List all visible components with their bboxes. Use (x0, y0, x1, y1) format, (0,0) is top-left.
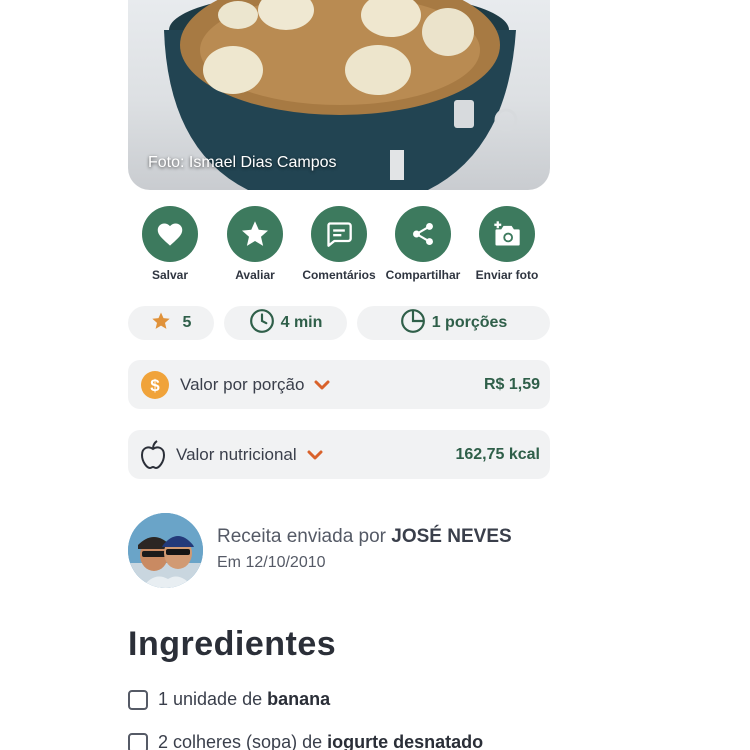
nutrition-row[interactable]: Valor nutricional 162,75 kcal (128, 430, 550, 479)
author-prefix: Receita enviada por (217, 526, 392, 547)
time-value: 4 min (280, 314, 323, 331)
nutrition-label: Valor nutricional (176, 444, 297, 464)
coin-icon: $ (140, 370, 170, 400)
servings-pill: 1 porções (357, 306, 550, 340)
recipe-photo[interactable]: Foto: Ismael Dias Campos (128, 0, 550, 190)
share-label: Compartilhar (385, 268, 461, 282)
share-button[interactable]: Compartilhar (378, 206, 468, 282)
clock-icon (249, 308, 275, 339)
photo-credit: Foto: Ismael Dias Campos (148, 154, 337, 171)
comments-button[interactable]: Comentários (294, 206, 384, 282)
author-name[interactable]: JOSÉ NEVES (391, 526, 511, 547)
save-label: Salvar (151, 268, 189, 282)
ingredient-quantity: 2 colheres (sopa) de (158, 732, 328, 750)
ingredient-name: iogurte desnatado (327, 732, 484, 750)
time-pill: 4 min (224, 306, 347, 340)
servings-value: 1 porções (431, 314, 508, 331)
cost-per-serving-row[interactable]: $ Valor por porção R$ 1,59 (128, 360, 550, 409)
rate-label: Avaliar (235, 268, 275, 282)
send-photo-label: Enviar foto (475, 268, 539, 282)
rate-button[interactable]: Avaliar (210, 206, 300, 282)
rating-pill[interactable]: 5 (128, 306, 214, 340)
star-icon (151, 311, 171, 336)
share-icon (395, 206, 451, 262)
ingredient-name: banana (267, 689, 331, 709)
comment-icon (311, 206, 367, 262)
cost-value: R$ 1,59 (483, 375, 540, 393)
nutrition-value: 162,75 kcal (455, 445, 540, 463)
ingredients-title: Ingredientes (128, 625, 337, 663)
cost-label: Valor por porção (180, 374, 305, 394)
ingredient-item[interactable]: 1 unidade de banana (128, 689, 330, 710)
rating-value: 5 (182, 314, 192, 331)
send-photo-button[interactable]: Enviar foto (462, 206, 552, 282)
save-button[interactable]: Salvar (125, 206, 215, 282)
add-photo-icon (479, 206, 535, 262)
ingredient-checkbox[interactable] (128, 689, 148, 710)
star-icon (227, 206, 283, 262)
ingredient-checkbox[interactable] (128, 732, 148, 750)
recipe-author: Receita enviada por JOSÉ NEVES Em 12/10/… (128, 513, 550, 589)
author-date: Em 12/10/2010 (217, 554, 326, 571)
pie-icon (400, 308, 426, 339)
chevron-down-icon[interactable] (314, 379, 330, 391)
svg-text:$: $ (150, 376, 160, 395)
apple-icon (140, 439, 166, 470)
ingredient-quantity: 1 unidade de (158, 689, 268, 709)
action-bar: Salvar Avaliar Comentários Compartilhar … (128, 206, 550, 286)
chevron-down-icon[interactable] (307, 449, 323, 461)
avatar[interactable] (128, 513, 203, 588)
comments-label: Comentários (302, 268, 376, 282)
ingredient-item[interactable]: 2 colheres (sopa) de iogurte desnatado (128, 732, 483, 750)
heart-icon (142, 206, 198, 262)
